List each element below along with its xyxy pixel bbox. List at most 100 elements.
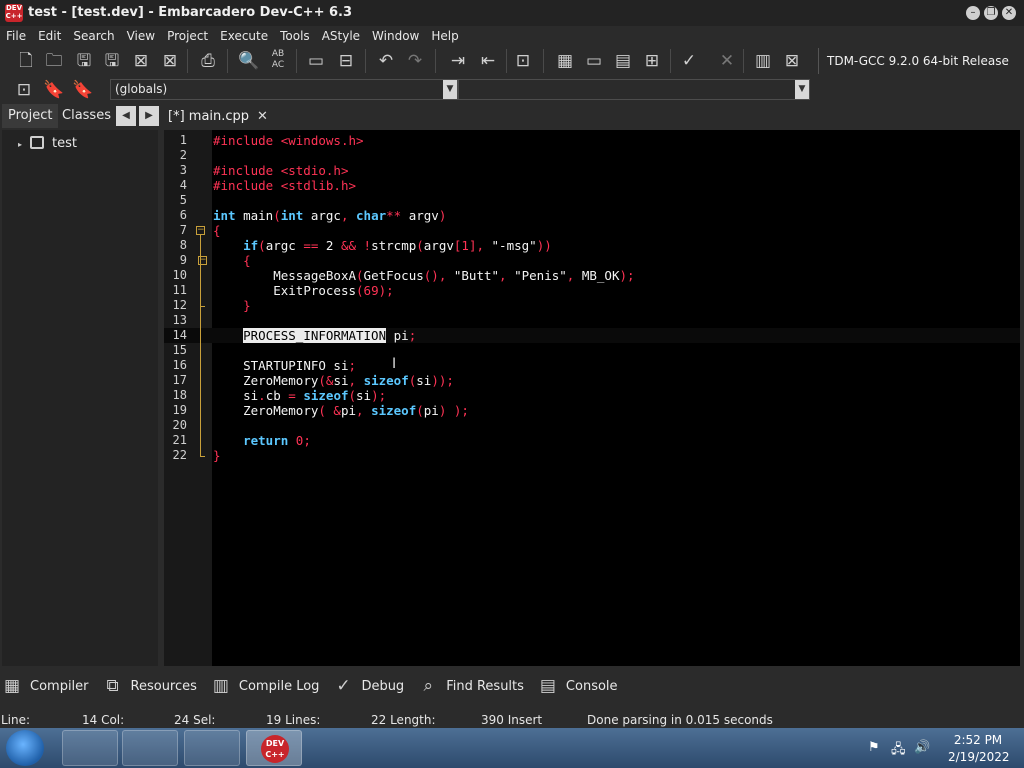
menu-astyle[interactable]: AStyle (316, 26, 366, 46)
code-line: 3 #include <stdio.h> (179, 163, 349, 178)
chrome-task-icon[interactable] (184, 730, 240, 766)
split-icon[interactable]: ⊟ (334, 49, 358, 73)
devcpp-task-icon[interactable]: DEV C++ (246, 730, 302, 766)
rebuild-icon[interactable]: ⊞ (640, 49, 664, 73)
action-center-icon[interactable]: ⚑ (868, 740, 880, 755)
code-editor[interactable]: 1 #include <windows.h> 2 3 #include <stdio… (164, 130, 1020, 666)
close-icon[interactable]: ✕ (1002, 6, 1016, 20)
redo-icon[interactable]: ↷ (403, 49, 427, 73)
compile-run-icon[interactable]: ▤ (611, 49, 635, 73)
close-all-icon[interactable]: ⊠ (158, 49, 182, 73)
project-icon (30, 136, 44, 149)
goto-bookmark-icon[interactable]: 🔖 (71, 78, 95, 102)
system-clock[interactable]: 2:52 PM 2/19/2022 (948, 732, 1010, 766)
delete-profile-icon[interactable]: ⊠ (780, 49, 804, 73)
chevron-down-icon[interactable]: ▼ (443, 80, 457, 99)
tab-console[interactable]: ▤ Console (536, 675, 618, 697)
function-dropdown[interactable]: ▼ (458, 79, 810, 100)
replace-icon[interactable]: AB AC (266, 49, 290, 73)
save-icon[interactable]: 🖫 (72, 49, 96, 73)
chevron-left-icon[interactable]: ◀ (116, 106, 136, 126)
find-icon[interactable]: 🔍 (237, 49, 261, 73)
maximize-icon[interactable]: ❐ (984, 6, 998, 20)
code-line: 11 ExitProcess(69); (172, 283, 394, 298)
toolbar-divider (543, 49, 544, 73)
indent-icon[interactable]: ⇥ (446, 49, 470, 73)
app-logo-icon: DEV C++ (5, 4, 23, 22)
run-icon[interactable]: ▭ (582, 49, 606, 73)
undo-icon[interactable]: ↶ (374, 49, 398, 73)
console-icon: ▤ (539, 676, 556, 696)
volume-icon[interactable]: 🔊 (914, 740, 930, 755)
left-panel-tabs: Project Classes ◀ ▶ (0, 104, 164, 128)
devcpp-logo-icon: DEV C++ (261, 735, 289, 763)
code-line: 2 (179, 148, 187, 162)
compile-icon[interactable]: ▦ (553, 49, 577, 73)
menu-tools[interactable]: Tools (274, 26, 316, 46)
scope-dropdown[interactable]: (globals) ▼ (110, 79, 458, 100)
menu-window[interactable]: Window (366, 26, 425, 46)
expand-icon[interactable]: ▸ (18, 140, 22, 149)
media-player-task-icon[interactable] (122, 730, 178, 766)
fold-toggle-icon[interactable]: − (196, 226, 205, 235)
code-line: 22} (172, 448, 221, 463)
chevron-down-icon[interactable]: ▼ (795, 80, 809, 99)
tab-find-results[interactable]: ⌕ Find Results (416, 675, 523, 697)
close-file-icon[interactable]: ⊠ (129, 49, 153, 73)
insert-icon[interactable]: ⊡ (12, 78, 36, 102)
open-file-icon[interactable]: 🗀 (42, 49, 66, 73)
tab-label: [*] main.cpp (168, 109, 250, 124)
menu-project[interactable]: Project (161, 26, 214, 46)
minimize-icon[interactable]: – (966, 6, 980, 20)
tab-main-cpp[interactable]: [*] main.cpp ✕ (168, 106, 268, 128)
bookmark-icon[interactable]: ⊡ (511, 49, 535, 73)
output-tabs: ▦ Compiler ⧉ Resources ▥ Compile Log ✓ Debug… (0, 668, 1024, 704)
toolbar-divider (227, 49, 228, 73)
menu-search[interactable]: Search (67, 26, 120, 46)
text-cursor-icon: I (392, 356, 397, 372)
explorer-task-icon[interactable] (62, 730, 118, 766)
code-line: 10 MessageBoxA(GetFocus(), "Butt", "Peni… (172, 268, 635, 283)
status-insert: 390 Insert (481, 713, 543, 727)
new-file-icon[interactable]: 🗋 (14, 49, 38, 73)
menu-edit[interactable]: Edit (32, 26, 67, 46)
status-line-label: Line: (1, 713, 31, 727)
tab-compiler[interactable]: ▦ Compiler (0, 675, 89, 697)
window-title: test - [test.dev] - Embarcadero Dev-C++ … (28, 5, 353, 20)
code-line: 15 (172, 343, 187, 357)
stop-icon[interactable]: ✕ (715, 49, 739, 73)
code-line: 9 { (179, 253, 251, 268)
network-icon[interactable]: 🖧 (891, 740, 906, 762)
tab-classes[interactable]: Classes (56, 104, 117, 128)
toolbar-divider (187, 49, 188, 73)
status-lines: 19 Lines: (266, 713, 321, 727)
status-sel: 24 Sel: (174, 713, 216, 727)
comment-icon[interactable]: ▭ (304, 49, 328, 73)
save-all-icon[interactable]: 🖫 (100, 49, 124, 73)
code-line: 5 (179, 193, 187, 207)
toolbar-divider (670, 49, 671, 73)
fold-toggle-icon[interactable]: − (198, 256, 207, 265)
menu-file[interactable]: File (0, 26, 32, 46)
menu-view[interactable]: View (121, 26, 161, 46)
close-tab-icon[interactable]: ✕ (257, 109, 268, 124)
code-line: 13 (172, 313, 187, 327)
unindent-icon[interactable]: ⇤ (476, 49, 500, 73)
profile-icon[interactable]: ▥ (751, 49, 775, 73)
menu-execute[interactable]: Execute (214, 26, 274, 46)
status-message: Done parsing in 0.015 seconds (587, 713, 773, 727)
code-line: 8 if(argc == 2 && !strcmp(argv[1], "-msg… (179, 238, 552, 253)
menu-help[interactable]: Help (425, 26, 464, 46)
check-syntax-icon[interactable]: ✓ (677, 49, 701, 73)
tab-compile-log[interactable]: ▥ Compile Log (209, 675, 320, 697)
start-button[interactable] (6, 730, 44, 766)
fold-line (200, 235, 201, 456)
editor-tabs: [*] main.cpp ✕ (164, 104, 1024, 130)
tab-debug[interactable]: ✓ Debug (331, 675, 404, 697)
print-icon[interactable]: ⎙ (196, 49, 220, 73)
tab-project[interactable]: Project (2, 104, 59, 128)
tab-resources[interactable]: ⧉ Resources (101, 675, 196, 697)
chevron-right-icon[interactable]: ▶ (139, 106, 159, 126)
toggle-bookmark-icon[interactable]: 🔖 (42, 78, 66, 102)
compiler-selector[interactable]: TDM-GCC 9.2.0 64-bit Release (818, 48, 1018, 74)
